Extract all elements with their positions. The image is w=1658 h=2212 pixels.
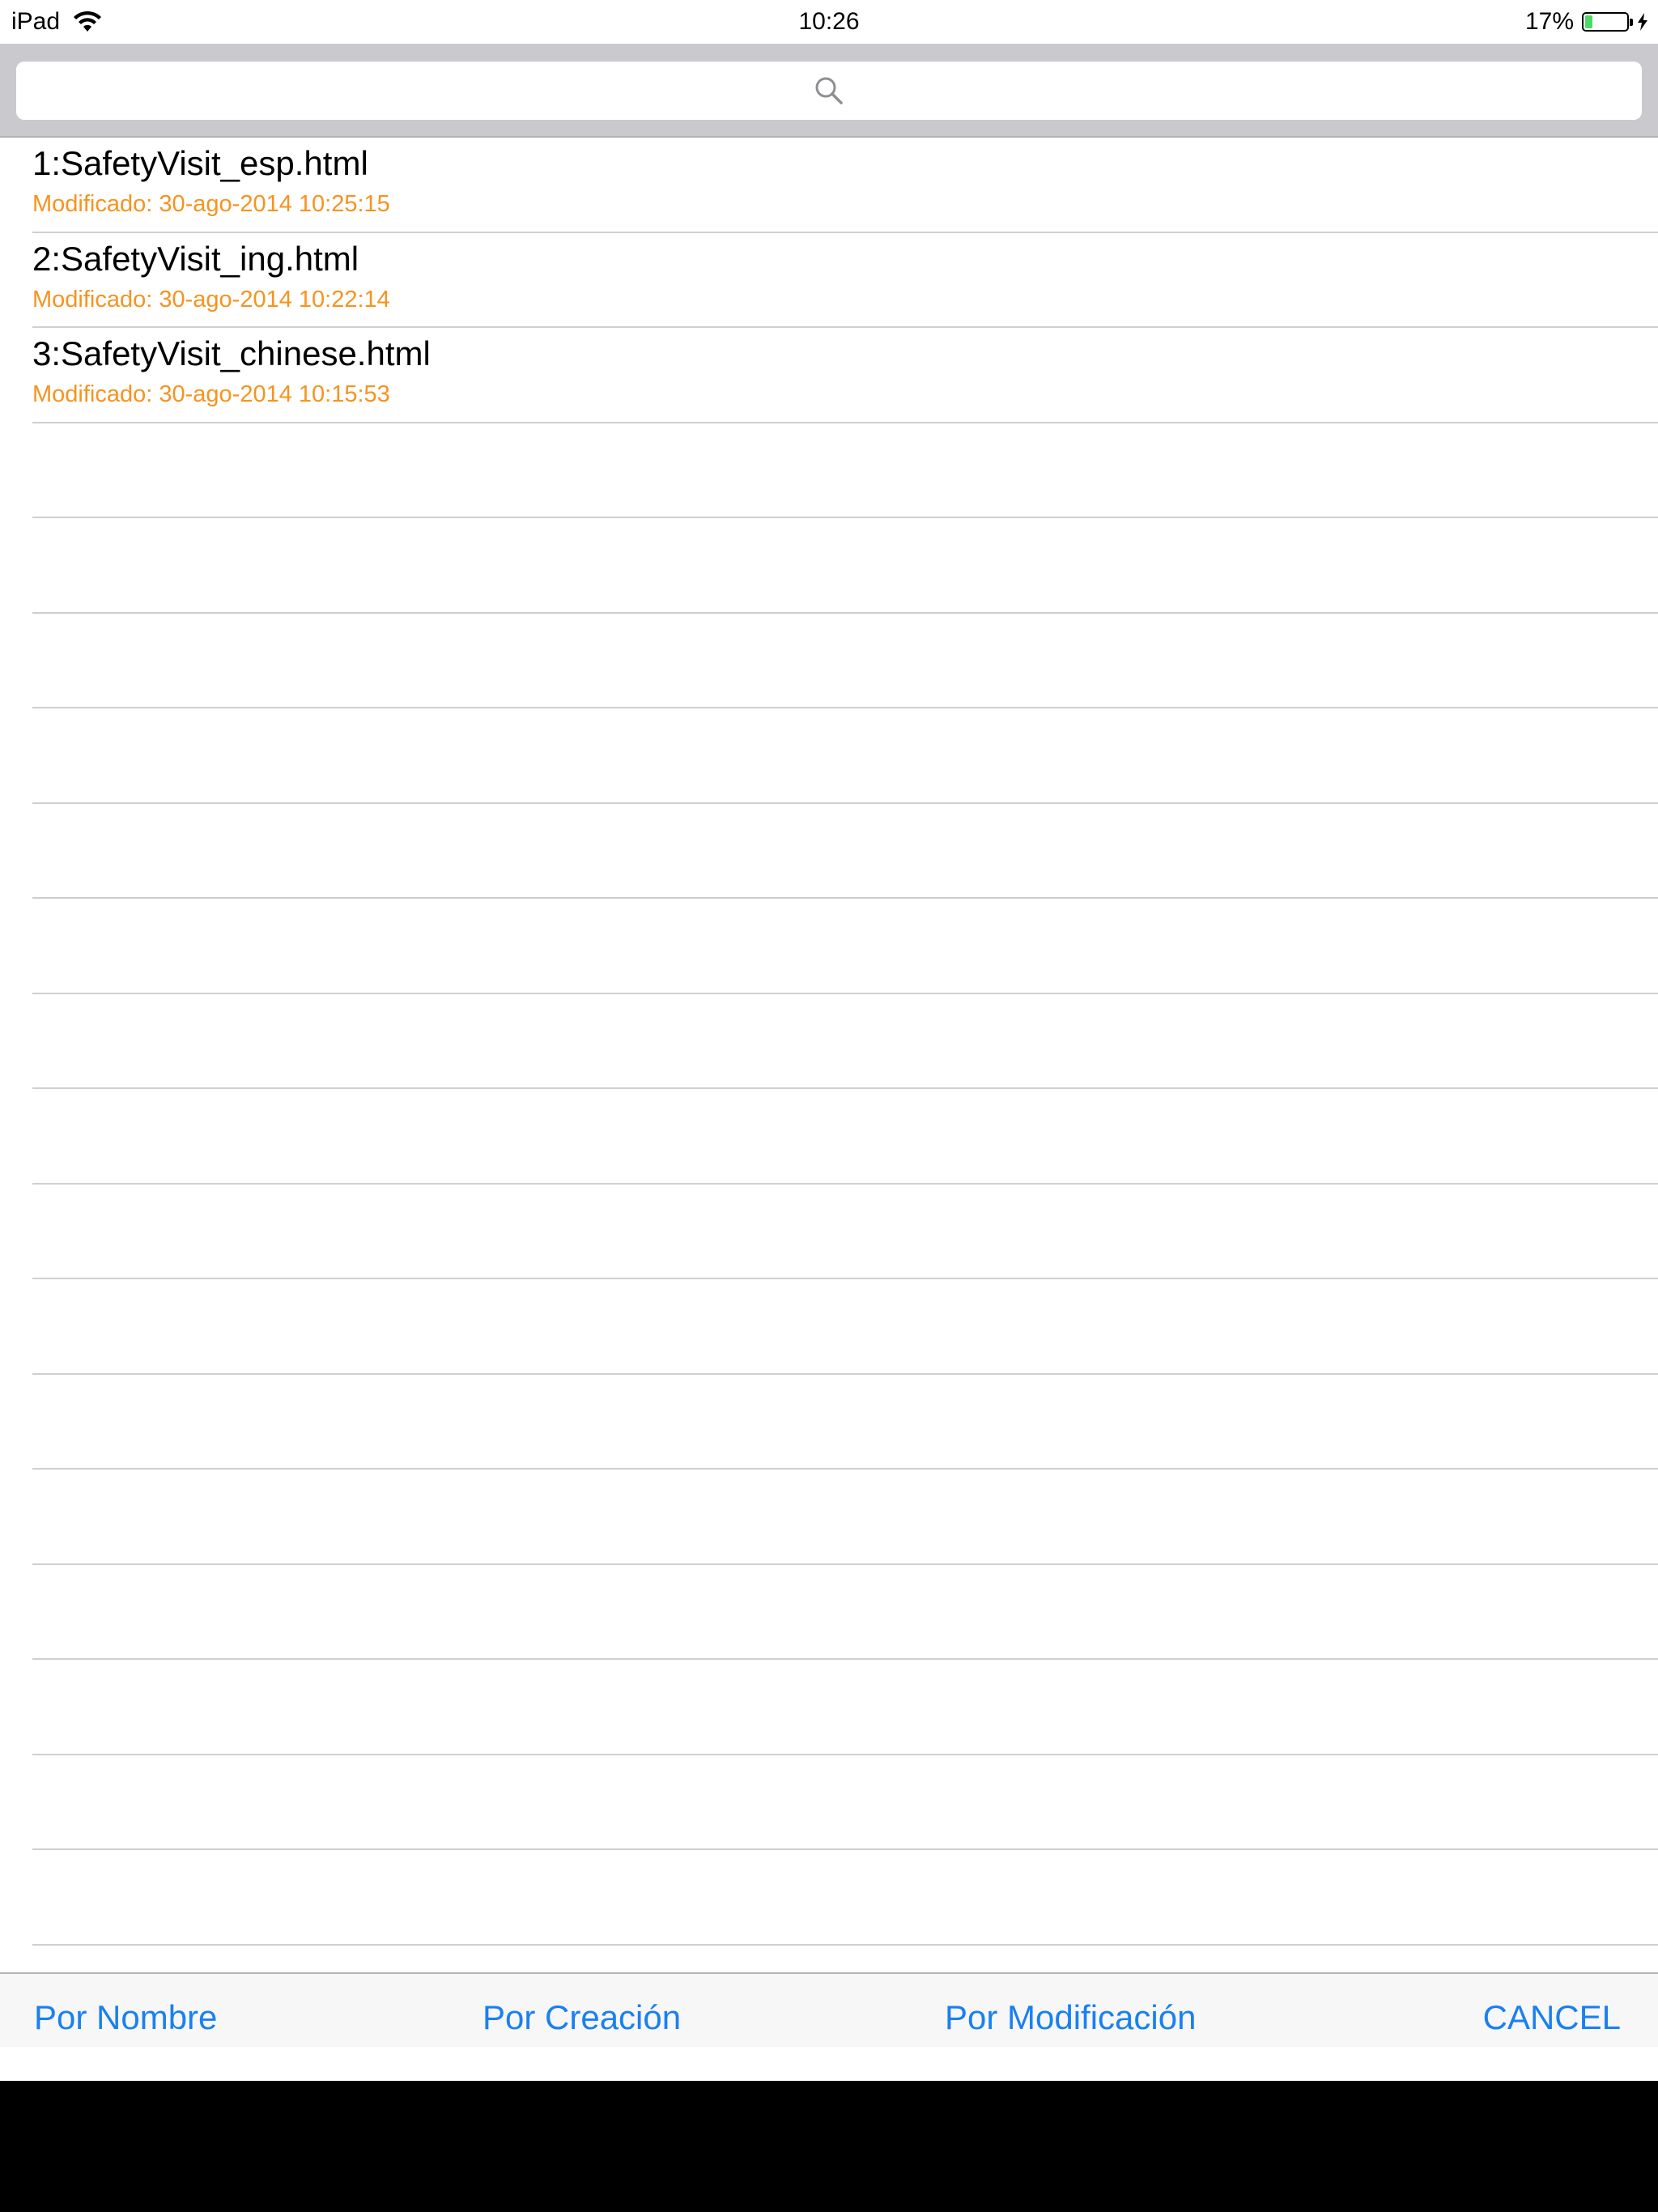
sort-by-name-button[interactable]: Por Nombre — [34, 1998, 217, 2037]
empty-row — [32, 423, 1658, 518]
file-modified-date: Modificado: 30-ago-2014 10:22:14 — [32, 286, 390, 313]
status-time: 10:26 — [798, 8, 860, 35]
file-list: 1:SafetyVisit_esp.html Modificado: 30-ag… — [0, 138, 1658, 1974]
screen: iPad 10:26 17% 1:SafetyVisit_esp.html Mo… — [0, 0, 1658, 2081]
sort-by-modification-button[interactable]: Por Modificación — [945, 1998, 1196, 2037]
status-bar: iPad 10:26 17% — [0, 0, 1658, 44]
file-name: 2:SafetyVisit_ing.html — [32, 239, 359, 278]
empty-row — [32, 1660, 1658, 1755]
empty-row — [32, 1565, 1658, 1660]
file-name: 1:SafetyVisit_esp.html — [32, 144, 368, 182]
bottom-black-area — [0, 2081, 1658, 2212]
empty-row — [32, 1375, 1658, 1470]
list-item[interactable]: 3:SafetyVisit_chinese.html Modificado: 3… — [32, 328, 1658, 423]
empty-row — [32, 1279, 1658, 1375]
file-modified-date: Modificado: 30-ago-2014 10:25:15 — [32, 191, 390, 217]
empty-row — [32, 518, 1658, 614]
status-right: 17% — [1525, 8, 1648, 36]
charging-bolt-icon — [1638, 13, 1647, 31]
search-bar — [0, 44, 1658, 138]
sort-by-creation-button[interactable]: Por Creación — [483, 1998, 681, 2037]
empty-row — [32, 1470, 1658, 1565]
cancel-button[interactable]: CANCEL — [1483, 1998, 1621, 2037]
empty-row — [32, 1755, 1658, 1850]
list-item[interactable]: 2:SafetyVisit_ing.html Modificado: 30-ag… — [32, 233, 1658, 328]
battery-icon — [1582, 12, 1633, 32]
empty-row — [32, 1185, 1658, 1279]
file-name: 3:SafetyVisit_chinese.html — [32, 334, 431, 372]
empty-row — [32, 1850, 1658, 1946]
search-input[interactable] — [16, 62, 1645, 121]
empty-row — [32, 899, 1658, 994]
empty-row — [32, 614, 1658, 708]
list-item[interactable]: 1:SafetyVisit_esp.html Modificado: 30-ag… — [32, 138, 1658, 233]
empty-row — [32, 994, 1658, 1089]
battery-percent: 17% — [1524, 8, 1574, 35]
empty-row — [32, 708, 1658, 804]
search-field[interactable] — [16, 62, 1645, 121]
empty-row — [32, 1089, 1658, 1185]
battery-fill — [1585, 15, 1592, 28]
empty-row — [32, 804, 1658, 899]
battery-tip — [1630, 19, 1633, 26]
bottom-toolbar: Por Nombre Por Creación Por Modificación… — [0, 1972, 1658, 2047]
file-modified-date: Modificado: 30-ago-2014 10:15:53 — [32, 381, 390, 407]
